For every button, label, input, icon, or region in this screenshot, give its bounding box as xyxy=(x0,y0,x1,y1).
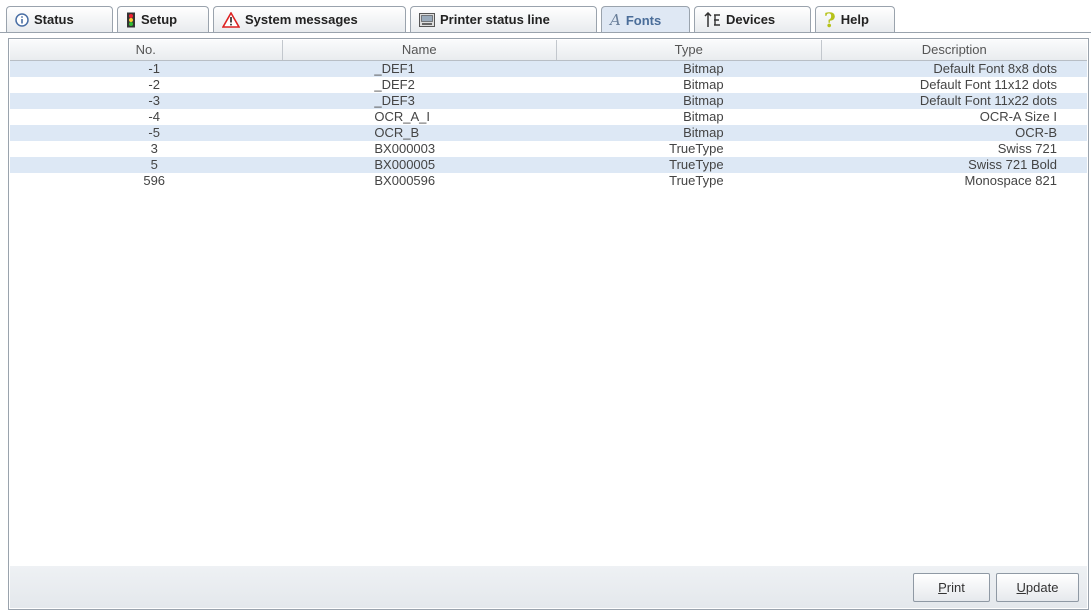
cell-description: OCR-A Size I xyxy=(979,109,1057,124)
cell-description: Default Font 11x22 dots xyxy=(919,93,1057,108)
table-row[interactable]: -1 _DEF1 Bitmap Default Font 8x8 dots xyxy=(10,61,1087,77)
font-icon: A xyxy=(610,11,621,29)
column-header-description[interactable]: Description xyxy=(822,40,1088,60)
tab-bar: Status Setup System messages Printer sta… xyxy=(0,0,1091,33)
tab-devices[interactable]: Devices xyxy=(694,6,811,32)
question-icon: ? xyxy=(824,7,836,32)
tab-fonts-label: Fonts xyxy=(625,12,662,28)
cell-name: BX000005 xyxy=(374,157,436,172)
cell-name: OCR_A_I xyxy=(374,109,431,124)
table-body: -1 _DEF1 Bitmap Default Font 8x8 dots -2… xyxy=(10,61,1087,189)
tab-status[interactable]: Status xyxy=(6,6,113,32)
print-button[interactable]: Print xyxy=(913,573,990,602)
display-icon xyxy=(419,12,435,27)
table-row[interactable]: -2 _DEF2 Bitmap Default Font 11x12 dots xyxy=(10,77,1087,93)
print-label: rint xyxy=(946,580,965,595)
update-button[interactable]: Update xyxy=(996,573,1079,602)
column-header-type[interactable]: Type xyxy=(557,40,822,60)
cell-description: Swiss 721 xyxy=(997,141,1057,156)
tab-help[interactable]: ? Help xyxy=(815,6,895,32)
update-label: pdate xyxy=(1025,580,1059,595)
cell-no: 5 xyxy=(150,157,158,172)
cell-no: -5 xyxy=(148,125,160,140)
cell-name: BX000003 xyxy=(374,141,436,156)
tab-devices-label: Devices xyxy=(726,12,776,27)
tab-printer-status-line-label: Printer status line xyxy=(440,12,550,27)
cell-no: -4 xyxy=(148,109,160,124)
fonts-table[interactable]: No. Name Type Description -1 _DEF1 Bitma… xyxy=(10,40,1087,568)
table-row[interactable]: -5 OCR_B Bitmap OCR-B xyxy=(10,125,1087,141)
table-row[interactable]: 5 BX000005 TrueType Swiss 721 Bold xyxy=(10,157,1087,173)
tab-system-messages-label: System messages xyxy=(245,12,358,27)
cell-no: -3 xyxy=(148,93,160,108)
cell-no: 596 xyxy=(143,173,166,188)
cell-name: _DEF2 xyxy=(374,77,415,92)
cell-name: OCR_B xyxy=(374,125,420,140)
cell-type: TrueType xyxy=(669,157,724,172)
devices-icon xyxy=(703,11,721,28)
cell-description: Swiss 721 Bold xyxy=(968,157,1057,172)
tab-bar-divider xyxy=(0,32,1091,33)
tab-setup-label: Setup xyxy=(141,12,178,27)
traffic-light-icon xyxy=(126,12,136,28)
table-row[interactable]: -3 _DEF3 Bitmap Default Font 11x22 dots xyxy=(10,93,1087,109)
cell-type: Bitmap xyxy=(683,93,724,108)
column-header-no[interactable]: No. xyxy=(10,40,283,60)
cell-description: Monospace 821 xyxy=(964,173,1057,188)
cell-type: TrueType xyxy=(669,173,724,188)
cell-type: Bitmap xyxy=(683,61,724,76)
tab-status-label: Status xyxy=(34,12,74,27)
cell-description: Default Font 11x12 dots xyxy=(919,77,1057,92)
cell-no: 3 xyxy=(150,141,158,156)
update-mnemonic: U xyxy=(1016,580,1026,595)
print-mnemonic: P xyxy=(938,580,947,595)
warning-icon xyxy=(222,11,240,28)
cell-type: TrueType xyxy=(669,141,724,156)
cell-type: Bitmap xyxy=(683,77,724,92)
table-header: No. Name Type Description xyxy=(10,40,1087,61)
tab-fonts[interactable]: A Fonts xyxy=(601,6,690,33)
cell-description: OCR-B xyxy=(1015,125,1057,140)
cell-description: Default Font 8x8 dots xyxy=(933,61,1057,76)
tab-setup[interactable]: Setup xyxy=(117,6,209,32)
info-icon xyxy=(15,12,29,27)
fonts-panel: No. Name Type Description -1 _DEF1 Bitma… xyxy=(8,38,1089,610)
cell-name: _DEF1 xyxy=(374,61,415,76)
cell-type: Bitmap xyxy=(683,125,724,140)
cell-no: -1 xyxy=(148,61,160,76)
tab-printer-status-line[interactable]: Printer status line xyxy=(410,6,597,32)
cell-no: -2 xyxy=(148,77,160,92)
table-row[interactable]: -4 OCR_A_I Bitmap OCR-A Size I xyxy=(10,109,1087,125)
table-row[interactable]: 3 BX000003 TrueType Swiss 721 xyxy=(10,141,1087,157)
cell-name: _DEF3 xyxy=(374,93,415,108)
cell-type: Bitmap xyxy=(683,109,724,124)
cell-name: BX000596 xyxy=(374,173,436,188)
tab-system-messages[interactable]: System messages xyxy=(213,6,406,32)
button-bar: Print Update xyxy=(10,566,1087,608)
column-header-name[interactable]: Name xyxy=(283,40,557,60)
tab-help-label: Help xyxy=(840,12,869,27)
table-row[interactable]: 596 BX000596 TrueType Monospace 821 xyxy=(10,173,1087,189)
